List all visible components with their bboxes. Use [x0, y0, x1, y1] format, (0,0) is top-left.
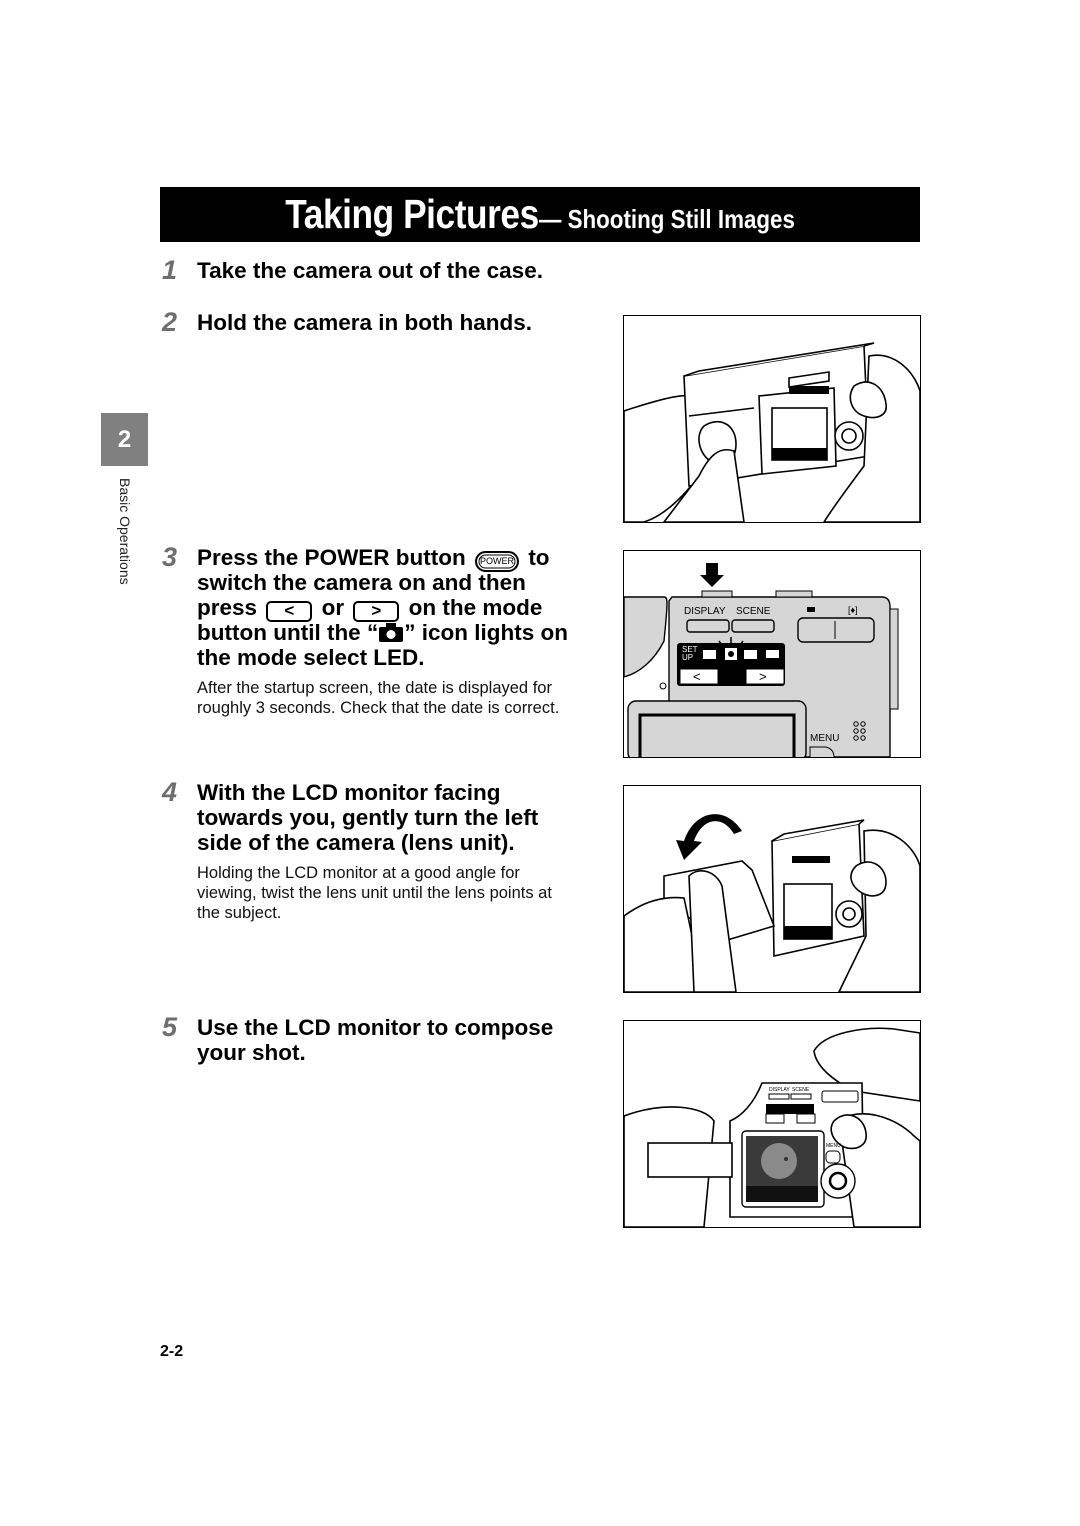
step-number: 4 — [162, 777, 178, 807]
mode-select-panel-illustration: DISPLAY SCENE [♦] SET UP < > MENU — [624, 551, 920, 757]
step-title-line: side of the camera (lens unit). — [197, 830, 515, 855]
left-arrow-button-label: < — [693, 669, 701, 684]
step-title-line: button until the “ ” icon lights on — [197, 620, 568, 645]
page-title-bar: Taking Pictures — Shooting Still Images — [160, 187, 920, 242]
display-label: DISPLAY — [769, 1087, 790, 1093]
step-title-line: your shot. — [197, 1040, 306, 1065]
step-number: 1 — [162, 255, 178, 285]
chapter-tab: 2 — [101, 413, 148, 466]
step-title: Take the camera out of the case. — [197, 258, 543, 283]
page-subtitle: — Shooting Still Images — [538, 204, 795, 234]
step-body-line: Holding the LCD monitor at a good angle … — [197, 864, 520, 882]
step-number: 2 — [162, 307, 178, 337]
figure-mode-panel: DISPLAY SCENE [♦] SET UP < > MENU — [623, 550, 921, 758]
rotate-arrow-icon — [676, 814, 742, 860]
menu-label: MENU — [826, 1143, 841, 1149]
left-arrow-key-icon: < — [266, 601, 313, 622]
step-title-line: With the LCD monitor facing — [197, 780, 501, 805]
figure-twist-lens — [623, 785, 921, 993]
figure-hold-camera — [623, 315, 921, 523]
step-body-line: viewing, twist the lens unit until the l… — [197, 884, 552, 902]
page-number: 2-2 — [160, 1343, 184, 1360]
step-title-line: press < or > on the mode — [197, 595, 542, 622]
step-title: Hold the camera in both hands. — [197, 310, 533, 335]
step-text: on the mode — [408, 595, 543, 620]
step-text: to — [528, 545, 550, 570]
step-title-line: Use the LCD monitor to compose — [197, 1015, 554, 1040]
step-title-line: switch the camera on and then — [197, 570, 526, 595]
step-title-line: towards you, gently turn the left — [197, 805, 539, 830]
scene-label: SCENE — [792, 1087, 810, 1093]
step-text: button until the “ — [197, 620, 379, 645]
menu-button-label: MENU — [810, 733, 839, 744]
twist-lens-illustration — [624, 814, 920, 992]
step-text: press — [197, 595, 258, 620]
step-body-line: After the startup screen, the date is di… — [197, 679, 552, 697]
right-arrow-key-icon: > — [353, 601, 400, 622]
step-text: or — [321, 595, 345, 620]
page-title: Taking Pictures — [285, 191, 539, 237]
scene-button-label: SCENE — [736, 606, 771, 617]
compose-shot-illustration: DISPLAY SCENE MENU — [624, 1027, 920, 1227]
svg-text:UP: UP — [682, 653, 693, 662]
step-body-line: the subject. — [197, 904, 282, 922]
display-button-label: DISPLAY — [684, 606, 726, 617]
step-number: 5 — [162, 1012, 178, 1042]
right-arrow-button-label: > — [759, 669, 767, 684]
figure-compose-shot: DISPLAY SCENE MENU — [623, 1020, 921, 1228]
step-body-line: roughly 3 seconds. Check that the date i… — [197, 699, 560, 717]
camera-icon — [379, 623, 404, 642]
step-title-line: the mode select LED. — [197, 645, 425, 670]
step-number: 3 — [162, 542, 178, 572]
camera-in-hands-illustration — [624, 342, 920, 522]
step-text: ” icon lights on — [404, 620, 568, 645]
step-title-line: Press the POWER button POWER to — [197, 545, 550, 572]
step-text: Press the POWER button — [197, 545, 466, 570]
chapter-label: Basic Operations — [117, 478, 133, 585]
power-button-icon: POWER — [475, 551, 520, 572]
svg-text:[♦]: [♦] — [848, 605, 858, 615]
